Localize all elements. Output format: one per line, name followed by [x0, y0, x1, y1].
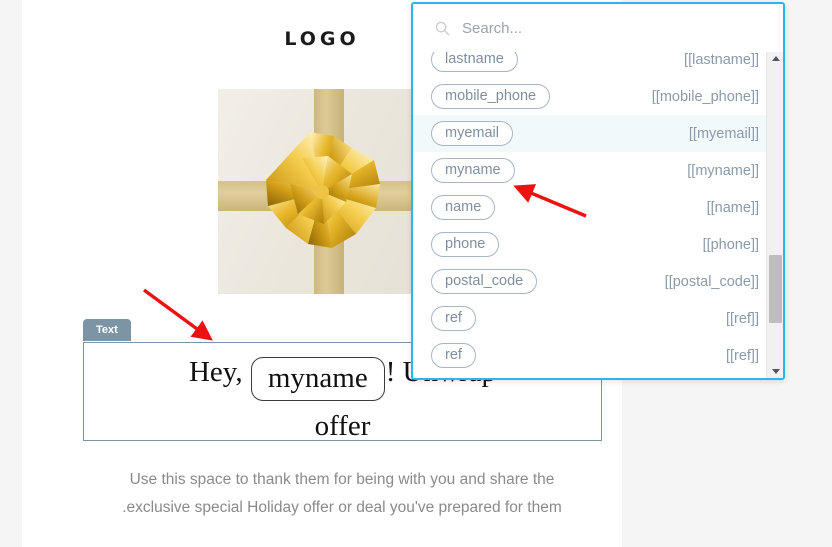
merge-tag-row[interactable]: ref [[ref]] [413, 300, 773, 337]
merge-tag-row[interactable]: lastname [[lastname]] [413, 50, 773, 78]
search-input[interactable]: Search... [462, 20, 522, 37]
merge-tag-row[interactable]: phone [[phone]] [413, 226, 773, 263]
merge-tag-value: [[ref]] [725, 310, 759, 327]
merge-tag-value: [[phone]] [702, 236, 759, 253]
merge-tag-value: [[ref]] [725, 347, 759, 364]
gift-image[interactable] [218, 89, 426, 294]
merge-tag-value: [[myemail]] [688, 125, 759, 142]
merge-tag-name[interactable]: name [431, 195, 496, 220]
merge-tag-dropdown[interactable]: Search... lastname [[lastname]] mobile_pho… [411, 2, 785, 380]
screen: LOGO Text Hey, myname ! offer Use this s… [0, 0, 832, 547]
merge-tag-value: [[myname]] [687, 162, 759, 179]
merge-tag-value: [[postal_code]] [664, 273, 759, 290]
gold-bow-icon [266, 131, 380, 248]
scroll-up-button[interactable] [767, 50, 783, 67]
left-gutter [0, 0, 22, 547]
body-line-2: .exclusive special Holiday offer or deal… [122, 499, 562, 516]
merge-tag-value: [[mobile_phone]] [651, 88, 759, 105]
scroll-down-button[interactable] [767, 363, 783, 378]
triangle-up-icon [771, 56, 780, 61]
merge-tag-name[interactable]: ref [431, 343, 476, 368]
merge-tag-value: [[name]] [706, 199, 759, 216]
merge-tag-name[interactable]: postal_code [431, 269, 538, 294]
search-row[interactable]: Search... [413, 4, 783, 52]
merge-tag-name[interactable]: myemail [431, 121, 513, 146]
merge-token-myname[interactable]: myname [250, 357, 385, 401]
merge-tag-name[interactable]: myname [431, 158, 515, 183]
headline-prefix: Hey, [188, 356, 243, 388]
merge-tag-list[interactable]: lastname [[lastname]] mobile_phone [[mobile… [413, 50, 773, 378]
body-line-1: Use this space to thank them for being w… [129, 471, 555, 488]
merge-tag-row[interactable]: myname [[myname]] [413, 152, 773, 189]
merge-tag-name[interactable]: ref [431, 306, 476, 331]
headline-line-2: offer [314, 410, 371, 442]
merge-tag-name[interactable]: phone [431, 232, 500, 257]
merge-tag-row[interactable]: postal_code [[postal_code]] [413, 263, 773, 300]
scrollbar-thumb[interactable] [769, 255, 782, 323]
body-paragraph[interactable]: Use this space to thank them for being w… [62, 466, 622, 522]
merge-tag-row[interactable]: name [[name]] [413, 189, 773, 226]
block-type-badge[interactable]: Text [83, 319, 131, 341]
merge-tag-row[interactable]: myemail [[myemail]] [413, 115, 773, 152]
merge-tag-row[interactable]: ref [[ref]] [413, 337, 773, 374]
triangle-down-icon [771, 369, 780, 374]
merge-tag-row[interactable]: mobile_phone [[mobile_phone]] [413, 78, 773, 115]
dropdown-scrollbar[interactable] [766, 50, 783, 378]
merge-tag-name[interactable]: lastname [431, 50, 518, 72]
merge-tag-value: [[lastname]] [684, 51, 759, 68]
search-icon [435, 21, 450, 36]
merge-tag-name[interactable]: mobile_phone [431, 84, 551, 109]
